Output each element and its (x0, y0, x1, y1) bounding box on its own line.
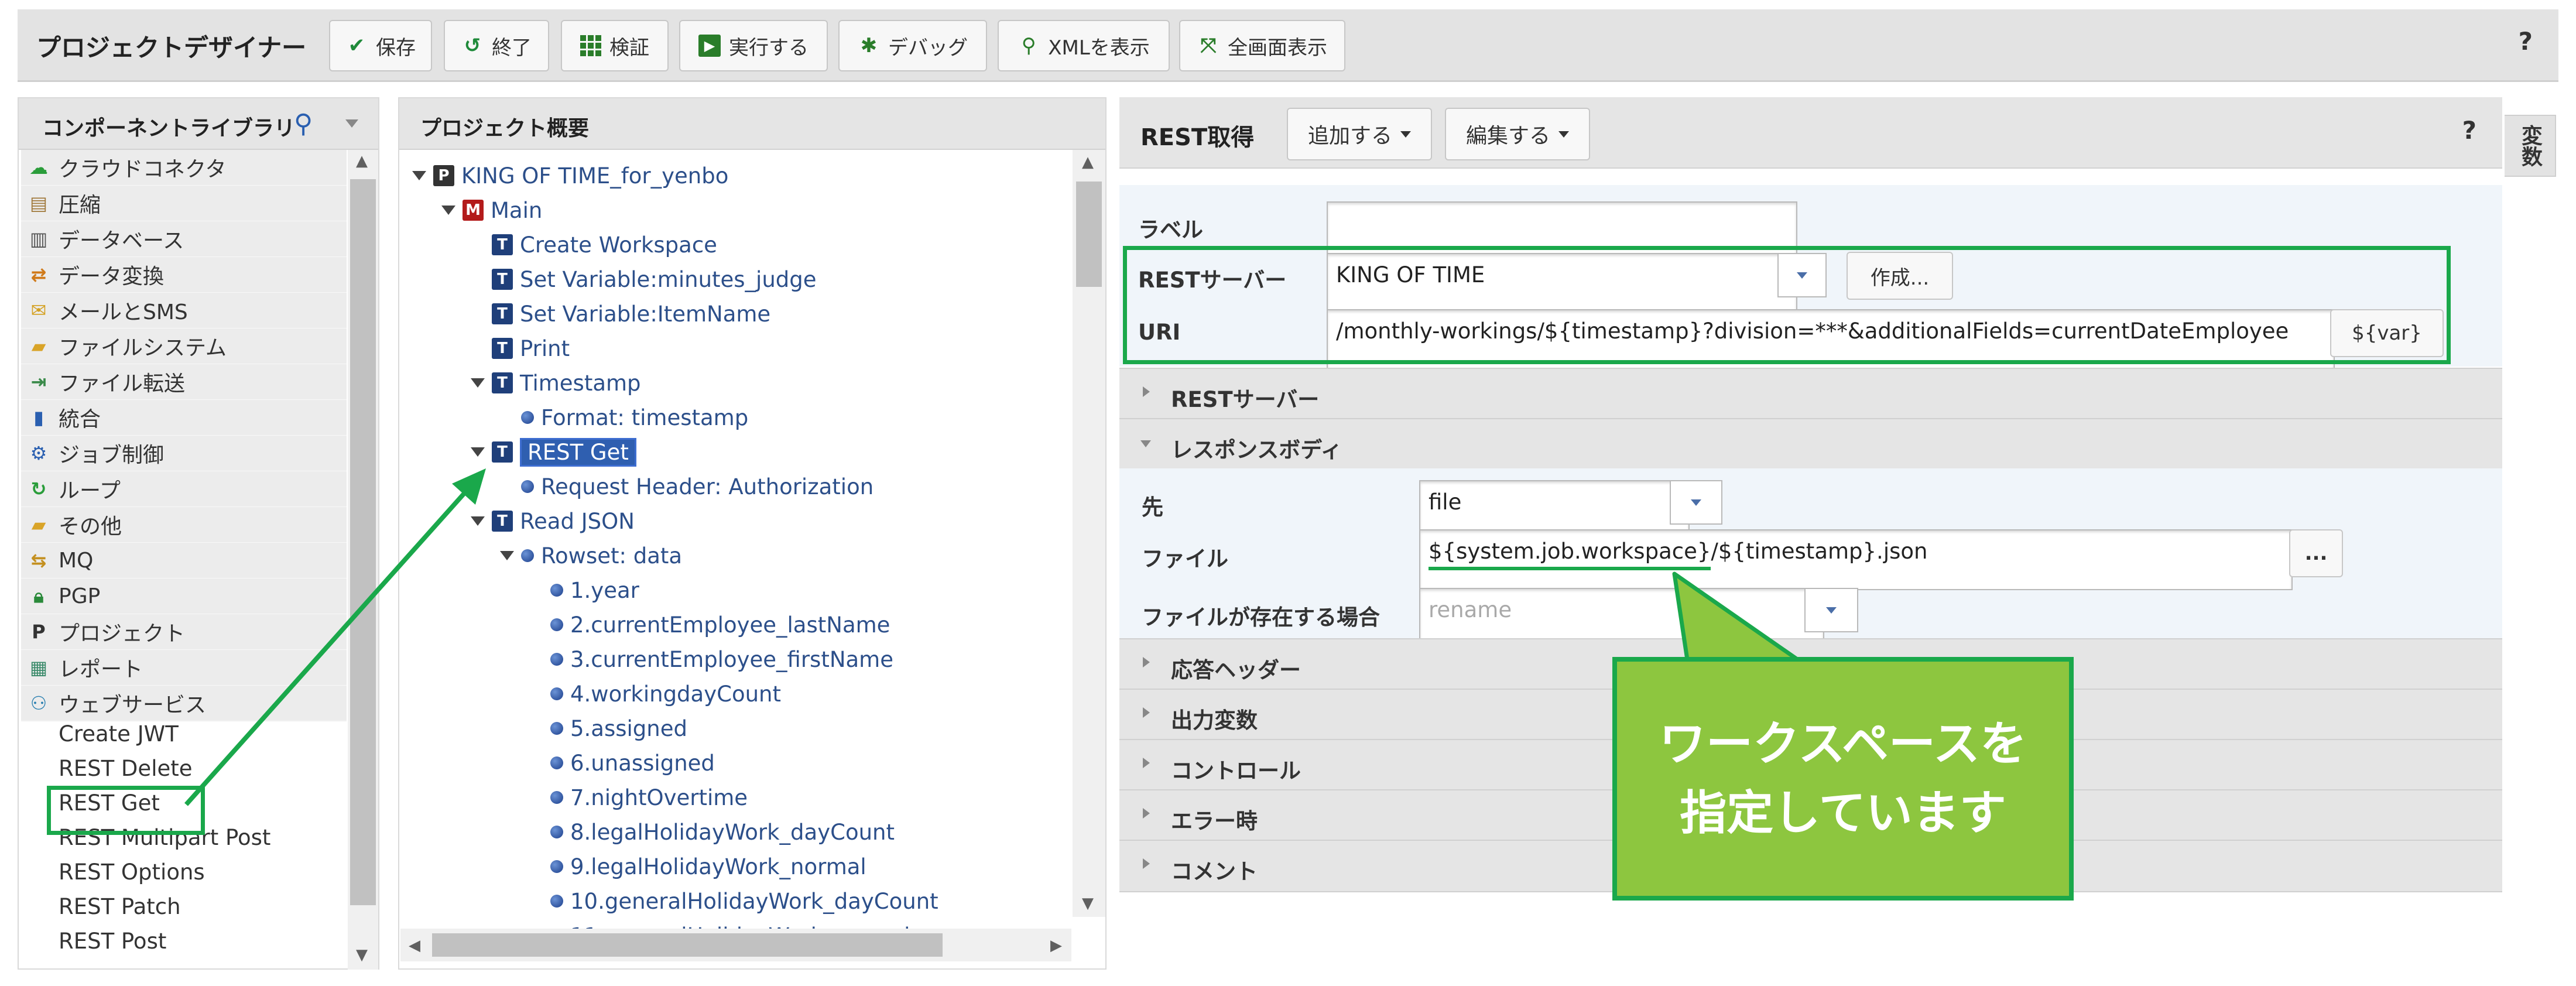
callout-joint (1686, 662, 1809, 671)
annotation-arrow-line (184, 483, 474, 806)
callout-line-1: ワークスペースを (1659, 717, 2027, 771)
annotation-overlay (184, 468, 2074, 901)
callout-text: ワークスペースを 指定しています (1615, 710, 2071, 848)
callout-line-2: 指定しています (1680, 786, 2006, 840)
callout-pointer (1672, 571, 1811, 670)
